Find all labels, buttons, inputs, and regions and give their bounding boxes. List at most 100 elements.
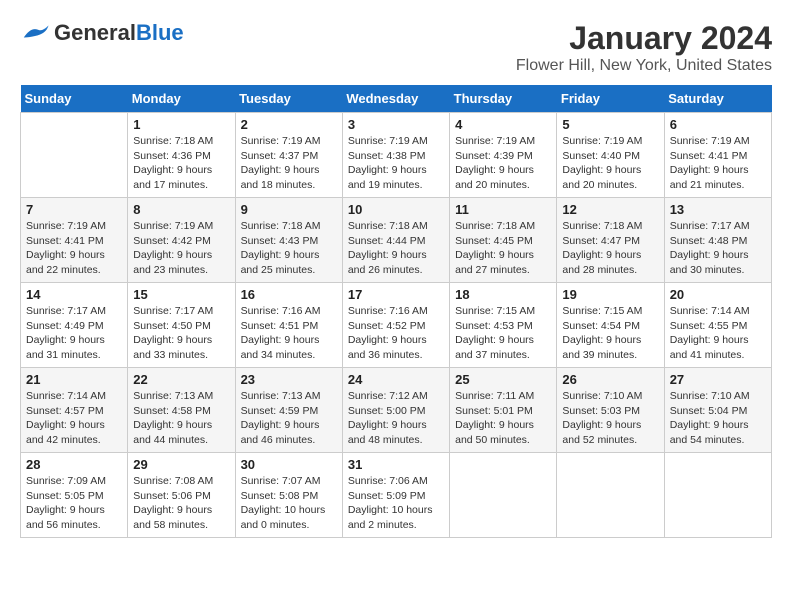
- calendar-cell: 25 Sunrise: 7:11 AM Sunset: 5:01 PM Dayli…: [450, 368, 557, 453]
- calendar-cell: 15 Sunrise: 7:17 AM Sunset: 4:50 PM Dayli…: [128, 283, 235, 368]
- day-info: Sunrise: 7:10 AM Sunset: 5:04 PM Dayligh…: [670, 389, 766, 448]
- calendar-cell: 31Sunrise: 7:06 AM Sunset: 5:09 PM Dayli…: [342, 453, 449, 538]
- calendar-cell: 13 Sunrise: 7:17 AM Sunset: 4:48 PM Dayli…: [664, 198, 771, 283]
- calendar-cell: 14 Sunrise: 7:17 AM Sunset: 4:49 PM Dayli…: [21, 283, 128, 368]
- calendar-table: SundayMondayTuesdayWednesdayThursdayFrid…: [20, 85, 772, 538]
- day-number: 15: [133, 287, 229, 302]
- day-number: 27: [670, 372, 766, 387]
- calendar-cell: 9 Sunrise: 7:18 AM Sunset: 4:43 PM Daylig…: [235, 198, 342, 283]
- day-info: Sunrise: 7:11 AM Sunset: 5:01 PM Dayligh…: [455, 389, 551, 448]
- day-number: 29: [133, 457, 229, 472]
- calendar-cell: 26Sunrise: 7:10 AM Sunset: 5:03 PM Dayli…: [557, 368, 664, 453]
- calendar-cell: [450, 453, 557, 538]
- day-number: 17: [348, 287, 444, 302]
- day-number: 12: [562, 202, 658, 217]
- day-number: 28: [26, 457, 122, 472]
- day-info: Sunrise: 7:19 AM Sunset: 4:40 PM Dayligh…: [562, 134, 658, 193]
- calendar-cell: 1 Sunrise: 7:18 AM Sunset: 4:36 PM Daylig…: [128, 113, 235, 198]
- day-number: 6: [670, 117, 766, 132]
- calendar-header-wednesday: Wednesday: [342, 85, 449, 113]
- calendar-cell: 12 Sunrise: 7:18 AM Sunset: 4:47 PM Dayli…: [557, 198, 664, 283]
- day-number: 13: [670, 202, 766, 217]
- calendar-cell: 23Sunrise: 7:13 AM Sunset: 4:59 PM Dayli…: [235, 368, 342, 453]
- day-info: Sunrise: 7:17 AM Sunset: 4:49 PM Dayligh…: [26, 304, 122, 363]
- day-info: Sunrise: 7:16 AM Sunset: 4:51 PM Dayligh…: [241, 304, 337, 363]
- day-info: Sunrise: 7:18 AM Sunset: 4:43 PM Dayligh…: [241, 219, 337, 278]
- day-info: Sunrise: 7:15 AM Sunset: 4:54 PM Dayligh…: [562, 304, 658, 363]
- day-number: 1: [133, 117, 229, 132]
- calendar-header-sunday: Sunday: [21, 85, 128, 113]
- day-number: 7: [26, 202, 122, 217]
- calendar-header-row: SundayMondayTuesdayWednesdayThursdayFrid…: [21, 85, 772, 113]
- calendar-cell: 5 Sunrise: 7:19 AM Sunset: 4:40 PM Daylig…: [557, 113, 664, 198]
- page-title: January 2024: [516, 20, 772, 57]
- calendar-header-friday: Friday: [557, 85, 664, 113]
- calendar-cell: 8 Sunrise: 7:19 AM Sunset: 4:42 PM Daylig…: [128, 198, 235, 283]
- page-header: GeneralBlue January 2024 Flower Hill, Ne…: [20, 20, 772, 75]
- calendar-week-row: 28 Sunrise: 7:09 AM Sunset: 5:05 PM Dayli…: [21, 453, 772, 538]
- day-info: Sunrise: 7:17 AM Sunset: 4:48 PM Dayligh…: [670, 219, 766, 278]
- calendar-week-row: 14 Sunrise: 7:17 AM Sunset: 4:49 PM Dayli…: [21, 283, 772, 368]
- page-subtitle: Flower Hill, New York, United States: [516, 57, 772, 75]
- logo-blue: Blue: [136, 20, 184, 45]
- calendar-cell: 24 Sunrise: 7:12 AM Sunset: 5:00 PM Dayli…: [342, 368, 449, 453]
- day-info: Sunrise: 7:19 AM Sunset: 4:41 PM Dayligh…: [670, 134, 766, 193]
- day-number: 31: [348, 457, 444, 472]
- calendar-cell: 4Sunrise: 7:19 AM Sunset: 4:39 PM Daylig…: [450, 113, 557, 198]
- day-info: Sunrise: 7:13 AM Sunset: 4:59 PM Dayligh…: [241, 389, 337, 448]
- logo-general: General: [54, 20, 136, 45]
- calendar-cell: 27 Sunrise: 7:10 AM Sunset: 5:04 PM Dayli…: [664, 368, 771, 453]
- calendar-header-monday: Monday: [128, 85, 235, 113]
- calendar-week-row: 7 Sunrise: 7:19 AM Sunset: 4:41 PM Daylig…: [21, 198, 772, 283]
- day-number: 3: [348, 117, 444, 132]
- calendar-header-tuesday: Tuesday: [235, 85, 342, 113]
- calendar-cell: 3 Sunrise: 7:19 AM Sunset: 4:38 PM Daylig…: [342, 113, 449, 198]
- day-info: Sunrise: 7:18 AM Sunset: 4:45 PM Dayligh…: [455, 219, 551, 278]
- calendar-cell: 29Sunrise: 7:08 AM Sunset: 5:06 PM Dayli…: [128, 453, 235, 538]
- calendar-cell: [557, 453, 664, 538]
- day-number: 24: [348, 372, 444, 387]
- day-number: 9: [241, 202, 337, 217]
- logo-icon: [20, 22, 50, 44]
- day-info: Sunrise: 7:19 AM Sunset: 4:38 PM Dayligh…: [348, 134, 444, 193]
- day-number: 10: [348, 202, 444, 217]
- calendar-cell: 2 Sunrise: 7:19 AM Sunset: 4:37 PM Daylig…: [235, 113, 342, 198]
- day-number: 11: [455, 202, 551, 217]
- day-number: 5: [562, 117, 658, 132]
- calendar-cell: 22Sunrise: 7:13 AM Sunset: 4:58 PM Dayli…: [128, 368, 235, 453]
- day-number: 18: [455, 287, 551, 302]
- day-number: 14: [26, 287, 122, 302]
- day-number: 21: [26, 372, 122, 387]
- calendar-cell: 16Sunrise: 7:16 AM Sunset: 4:51 PM Dayli…: [235, 283, 342, 368]
- day-info: Sunrise: 7:19 AM Sunset: 4:42 PM Dayligh…: [133, 219, 229, 278]
- day-number: 25: [455, 372, 551, 387]
- day-info: Sunrise: 7:18 AM Sunset: 4:36 PM Dayligh…: [133, 134, 229, 193]
- calendar-cell: [21, 113, 128, 198]
- calendar-cell: 30Sunrise: 7:07 AM Sunset: 5:08 PM Dayli…: [235, 453, 342, 538]
- calendar-cell: [664, 453, 771, 538]
- calendar-cell: 17Sunrise: 7:16 AM Sunset: 4:52 PM Dayli…: [342, 283, 449, 368]
- calendar-cell: 6 Sunrise: 7:19 AM Sunset: 4:41 PM Daylig…: [664, 113, 771, 198]
- day-info: Sunrise: 7:18 AM Sunset: 4:47 PM Dayligh…: [562, 219, 658, 278]
- day-number: 20: [670, 287, 766, 302]
- day-info: Sunrise: 7:12 AM Sunset: 5:00 PM Dayligh…: [348, 389, 444, 448]
- title-area: January 2024 Flower Hill, New York, Unit…: [516, 20, 772, 75]
- calendar-week-row: 21Sunrise: 7:14 AM Sunset: 4:57 PM Dayli…: [21, 368, 772, 453]
- calendar-cell: 11 Sunrise: 7:18 AM Sunset: 4:45 PM Dayli…: [450, 198, 557, 283]
- day-info: Sunrise: 7:09 AM Sunset: 5:05 PM Dayligh…: [26, 474, 122, 533]
- day-info: Sunrise: 7:19 AM Sunset: 4:37 PM Dayligh…: [241, 134, 337, 193]
- calendar-header-saturday: Saturday: [664, 85, 771, 113]
- calendar-cell: 18 Sunrise: 7:15 AM Sunset: 4:53 PM Dayli…: [450, 283, 557, 368]
- day-info: Sunrise: 7:17 AM Sunset: 4:50 PM Dayligh…: [133, 304, 229, 363]
- day-info: Sunrise: 7:15 AM Sunset: 4:53 PM Dayligh…: [455, 304, 551, 363]
- day-number: 8: [133, 202, 229, 217]
- calendar-cell: 20Sunrise: 7:14 AM Sunset: 4:55 PM Dayli…: [664, 283, 771, 368]
- calendar-cell: 21Sunrise: 7:14 AM Sunset: 4:57 PM Dayli…: [21, 368, 128, 453]
- day-info: Sunrise: 7:18 AM Sunset: 4:44 PM Dayligh…: [348, 219, 444, 278]
- day-number: 2: [241, 117, 337, 132]
- day-info: Sunrise: 7:07 AM Sunset: 5:08 PM Dayligh…: [241, 474, 337, 533]
- logo: GeneralBlue: [20, 20, 184, 46]
- day-info: Sunrise: 7:19 AM Sunset: 4:41 PM Dayligh…: [26, 219, 122, 278]
- day-number: 22: [133, 372, 229, 387]
- calendar-cell: 19Sunrise: 7:15 AM Sunset: 4:54 PM Dayli…: [557, 283, 664, 368]
